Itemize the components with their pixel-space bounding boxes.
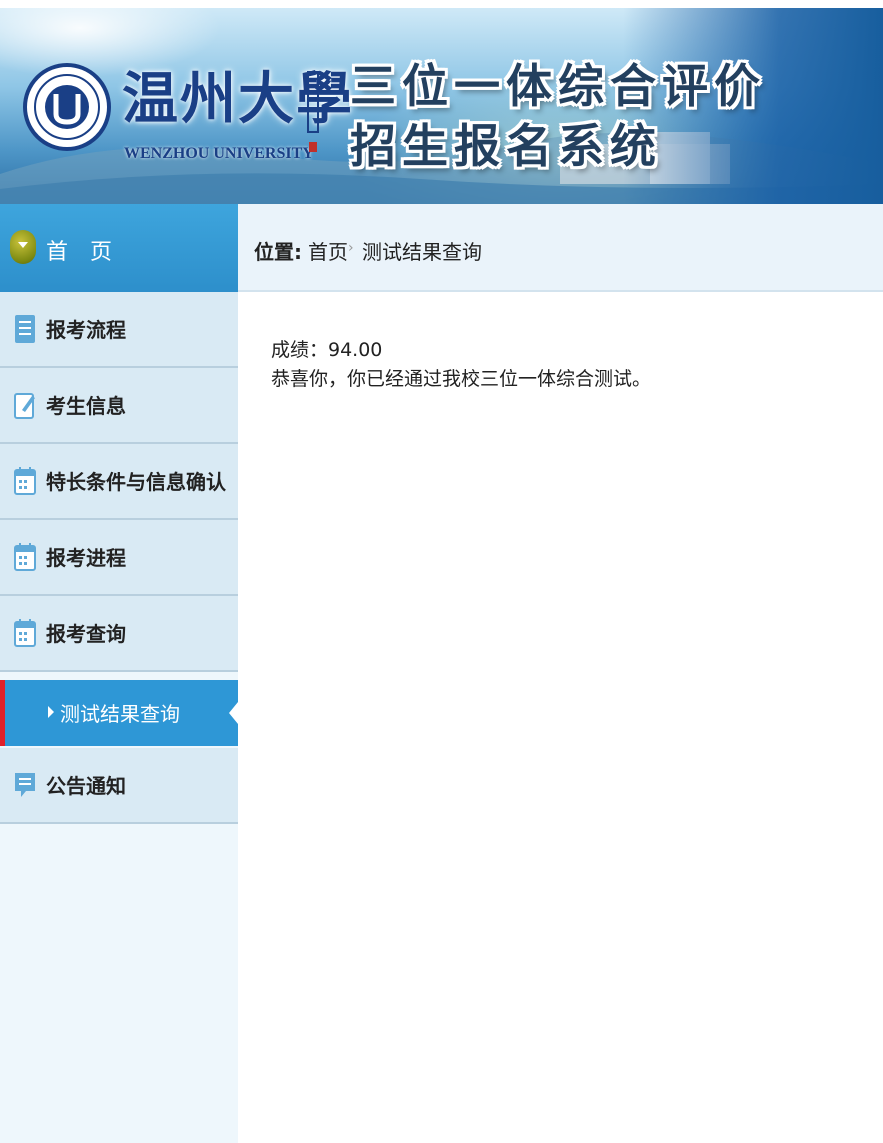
sidebar-item-candidate-info[interactable]: 考生信息	[0, 368, 238, 444]
edit-icon	[14, 393, 35, 419]
sidebar-item-process[interactable]: 报考流程	[0, 292, 238, 368]
sidebar-subitem-label: 测试结果查询	[60, 702, 180, 726]
breadcrumb-home-link[interactable]: 首页	[308, 236, 348, 265]
message-icon	[15, 773, 35, 797]
result-message: 恭喜你，你已经通过我校三位一体综合测试。	[271, 368, 652, 390]
sidebar-item-label: 考生信息	[46, 394, 126, 418]
breadcrumb-current: 测试结果查询	[362, 240, 482, 264]
sidebar-item-query[interactable]: 报考查询	[0, 596, 238, 672]
sidebar-home[interactable]: 首页	[0, 204, 238, 292]
calendar-icon	[14, 543, 36, 571]
caret-right-icon	[48, 706, 54, 718]
sidebar-home-label: 首页	[46, 240, 135, 265]
university-logo-icon	[23, 63, 111, 151]
sidebar-item-label: 报考流程	[46, 318, 126, 342]
breadcrumb-label: 位置:	[254, 240, 302, 264]
sidebar-subitem-test-result[interactable]: 测试结果查询	[0, 680, 238, 746]
breadcrumb: 位置: 首页 › 测试结果查询	[238, 204, 883, 292]
list-icon	[15, 315, 35, 343]
system-title-line2: 招生报名系统	[350, 119, 662, 173]
sidebar-item-label: 特长条件与信息确认	[46, 470, 226, 494]
score-text: 成绩：94.00	[271, 339, 383, 361]
sidebar: 首页 报考流程 考生信息 特长条件与信息确认 报考进程 报考查询 测试结果查询 …	[0, 204, 238, 1143]
active-marker	[0, 680, 5, 746]
school-name-en: WENZHOU UNIVERSITY	[124, 145, 314, 162]
active-pointer	[229, 702, 238, 724]
sidebar-item-announcements[interactable]: 公告通知	[0, 748, 238, 824]
sidebar-item-label: 公告通知	[46, 774, 126, 798]
calligraphy-seal-icon	[307, 71, 319, 152]
calendar-icon	[14, 619, 36, 647]
home-toggle-icon	[10, 230, 36, 264]
calendar-icon	[14, 467, 36, 495]
sidebar-item-label: 报考查询	[46, 622, 126, 646]
sidebar-item-label: 报考进程	[46, 546, 126, 570]
breadcrumb-separator-icon: ›	[348, 240, 354, 256]
system-title-line1: 三位一体综合评价	[350, 59, 766, 113]
sidebar-item-specialty-confirm[interactable]: 特长条件与信息确认	[0, 444, 238, 520]
sidebar-item-progress[interactable]: 报考进程	[0, 520, 238, 596]
result-panel: 成绩：94.00 恭喜你，你已经通过我校三位一体综合测试。	[271, 336, 651, 394]
header-banner: 温州大學 WENZHOU UNIVERSITY 三位一体综合评价 招生报名系统	[0, 8, 883, 204]
